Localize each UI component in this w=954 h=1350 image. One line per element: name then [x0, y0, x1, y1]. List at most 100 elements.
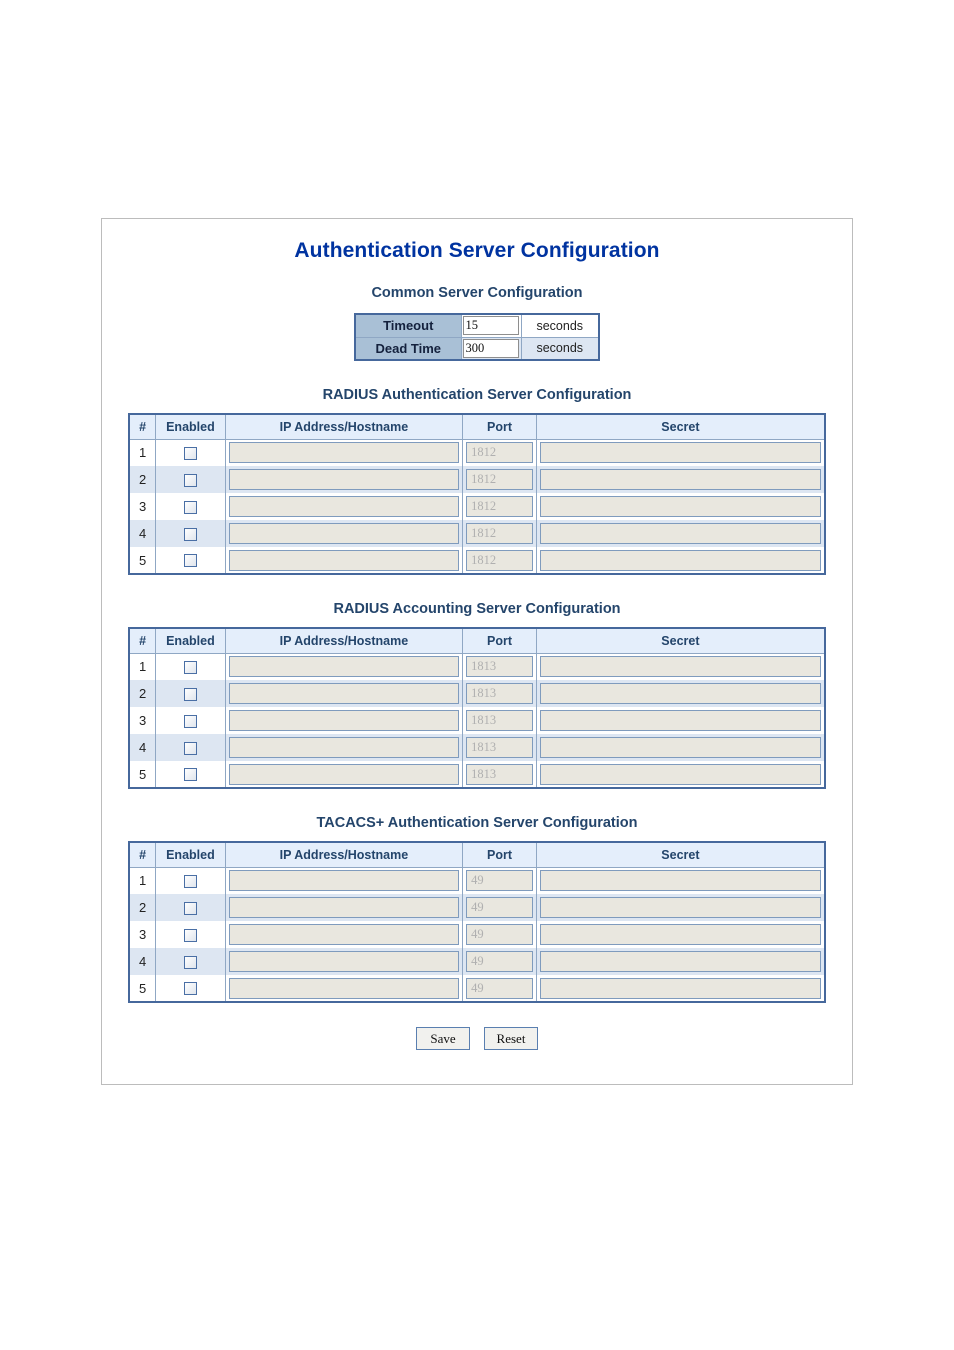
ip-address-input[interactable]: [228, 977, 460, 999]
secret-cell: [535, 867, 826, 894]
col-header-num: #: [128, 413, 157, 440]
enabled-checkbox[interactable]: [183, 446, 197, 460]
enabled-checkbox[interactable]: [183, 527, 197, 541]
secret-input[interactable]: [539, 924, 821, 945]
port-input[interactable]: [466, 763, 533, 785]
port-cell: [462, 734, 537, 761]
table-row: 3: [128, 921, 826, 948]
radius-acct-tbody: 12345: [128, 653, 826, 788]
secret-input[interactable]: [539, 951, 821, 972]
enabled-checkbox[interactable]: [183, 473, 197, 487]
ip-address-input[interactable]: [228, 870, 460, 892]
enabled-checkbox[interactable]: [183, 741, 197, 755]
ip-address-input[interactable]: [228, 469, 460, 490]
port-input[interactable]: [466, 469, 533, 490]
enabled-checkbox[interactable]: [183, 928, 197, 942]
ip-address-input[interactable]: [228, 763, 460, 785]
enabled-cell: [155, 948, 226, 975]
table-row: 2: [128, 680, 826, 707]
secret-input[interactable]: [539, 683, 821, 704]
ip-address-input[interactable]: [228, 496, 460, 517]
save-button[interactable]: Save: [416, 1027, 470, 1050]
col-header-secret: Secret: [535, 627, 826, 654]
table-row: 4: [128, 734, 826, 761]
ip-address-cell: [224, 761, 464, 788]
secret-cell: [535, 547, 826, 574]
secret-input[interactable]: [539, 523, 821, 544]
enabled-checkbox[interactable]: [183, 554, 197, 568]
secret-cell: [535, 466, 826, 493]
ip-address-cell: [224, 867, 464, 894]
enabled-cell: [155, 439, 226, 466]
port-input[interactable]: [466, 977, 533, 999]
port-input[interactable]: [466, 924, 533, 945]
secret-input[interactable]: [539, 656, 821, 678]
port-input[interactable]: [466, 897, 533, 918]
secret-input[interactable]: [539, 897, 821, 918]
tacacs-tbody: 12345: [128, 867, 826, 1002]
enabled-checkbox[interactable]: [183, 714, 197, 728]
secret-input[interactable]: [539, 496, 821, 517]
ip-address-input[interactable]: [228, 737, 460, 758]
port-cell: [462, 466, 537, 493]
port-input[interactable]: [466, 656, 533, 678]
secret-input[interactable]: [539, 442, 821, 464]
ip-address-input[interactable]: [228, 656, 460, 678]
enabled-cell: [155, 894, 226, 921]
port-cell: [462, 867, 537, 894]
enabled-cell: [155, 520, 226, 547]
enabled-cell: [155, 921, 226, 948]
enabled-checkbox[interactable]: [183, 901, 197, 915]
ip-address-input[interactable]: [228, 951, 460, 972]
port-input[interactable]: [466, 496, 533, 517]
row-index: 1: [128, 653, 157, 680]
secret-input[interactable]: [539, 870, 821, 892]
secret-input[interactable]: [539, 763, 821, 785]
secret-input[interactable]: [539, 977, 821, 999]
dead-time-input[interactable]: [462, 338, 519, 358]
enabled-checkbox[interactable]: [183, 768, 197, 782]
radius-auth-tbody: 12345: [128, 439, 826, 574]
col-header-ip: IP Address/Hostname: [224, 413, 464, 440]
table-row: 1: [128, 439, 826, 466]
port-input[interactable]: [466, 683, 533, 704]
ip-address-input[interactable]: [228, 924, 460, 945]
port-input[interactable]: [466, 442, 533, 464]
radius-auth-table: # Enabled IP Address/Hostname Port Secre…: [128, 413, 826, 575]
port-input[interactable]: [466, 710, 533, 731]
port-input[interactable]: [466, 870, 533, 892]
enabled-checkbox[interactable]: [183, 955, 197, 969]
ip-address-cell: [224, 493, 464, 520]
secret-input[interactable]: [539, 710, 821, 731]
secret-cell: [535, 975, 826, 1002]
radius-acct-table: # Enabled IP Address/Hostname Port Secre…: [128, 627, 826, 789]
ip-address-input[interactable]: [228, 523, 460, 544]
secret-input[interactable]: [539, 737, 821, 758]
row-index: 5: [128, 761, 157, 788]
radius-auth-thead: # Enabled IP Address/Hostname Port Secre…: [128, 413, 826, 440]
timeout-input[interactable]: [462, 316, 519, 336]
reset-button[interactable]: Reset: [484, 1027, 538, 1050]
enabled-checkbox[interactable]: [183, 874, 197, 888]
row-index: 1: [128, 867, 157, 894]
port-input[interactable]: [466, 951, 533, 972]
ip-address-input[interactable]: [228, 710, 460, 731]
ip-address-input[interactable]: [228, 897, 460, 918]
row-index: 3: [128, 707, 157, 734]
port-input[interactable]: [466, 737, 533, 758]
table-row: 5: [128, 975, 826, 1002]
port-input[interactable]: [466, 523, 533, 544]
enabled-checkbox[interactable]: [183, 660, 197, 674]
ip-address-input[interactable]: [228, 442, 460, 464]
col-header-enabled: Enabled: [155, 413, 226, 440]
port-input[interactable]: [466, 549, 533, 571]
secret-input[interactable]: [539, 549, 821, 571]
enabled-checkbox[interactable]: [183, 500, 197, 514]
table-row: 3: [128, 707, 826, 734]
ip-address-input[interactable]: [228, 549, 460, 571]
ip-address-input[interactable]: [228, 683, 460, 704]
table-header-row: # Enabled IP Address/Hostname Port Secre…: [128, 413, 826, 440]
enabled-checkbox[interactable]: [183, 982, 197, 996]
secret-input[interactable]: [539, 469, 821, 490]
enabled-checkbox[interactable]: [183, 687, 197, 701]
